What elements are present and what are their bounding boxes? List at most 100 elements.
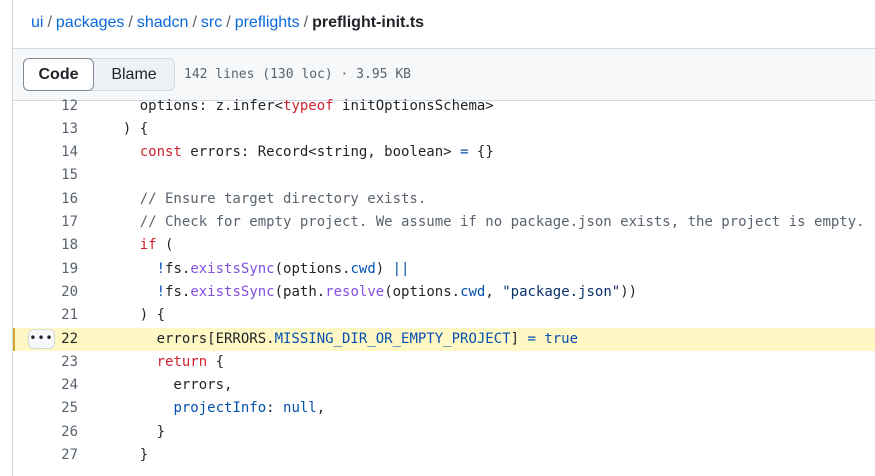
code-line: 15 xyxy=(13,164,875,187)
code-token: = xyxy=(527,330,536,347)
breadcrumb-link-shadcn[interactable]: shadcn xyxy=(137,14,189,31)
code-token: errors: Record<string, boolean> xyxy=(181,144,461,161)
file-viewer: ui / packages / shadcn / src / preflights / prefli… xyxy=(0,0,875,476)
code-line: 18 if ( xyxy=(13,234,875,257)
code-token: fs. xyxy=(165,283,191,300)
code-token: , xyxy=(485,283,503,300)
code-line: 21 ) { xyxy=(13,304,875,327)
breadcrumb-link-preflights[interactable]: preflights xyxy=(235,14,300,31)
code-text: !fs.existsSync(path.resolve(options.cwd,… xyxy=(106,281,638,304)
code-token: null xyxy=(283,400,317,417)
code-button[interactable]: Code xyxy=(23,58,94,91)
line-number[interactable]: 13 xyxy=(13,118,78,141)
code-text: } xyxy=(106,444,148,467)
line-number[interactable]: 15 xyxy=(13,164,78,187)
code-token: MISSING_DIR_OR_EMPTY_PROJECT xyxy=(274,330,511,347)
code-token: (path. xyxy=(274,283,326,300)
code-token: , xyxy=(316,400,326,417)
code-text: options: z.infer<typeof initOptionsSchem… xyxy=(106,96,494,118)
line-number[interactable]: 20 xyxy=(13,281,78,304)
breadcrumb-separator: / xyxy=(47,14,52,31)
code-token: ) { xyxy=(106,307,166,324)
breadcrumb-link-src[interactable]: src xyxy=(201,14,222,31)
code-token: typeof xyxy=(283,97,334,114)
breadcrumb-link-ui[interactable]: ui xyxy=(31,14,43,31)
line-number[interactable]: 27 xyxy=(13,444,78,467)
code-token: fs. xyxy=(165,260,191,277)
code-token: )) xyxy=(620,283,638,300)
code-token: // Check for empty project. We assume if… xyxy=(106,214,865,230)
line-number[interactable]: 23 xyxy=(13,351,78,374)
code-line: 27 } xyxy=(13,444,875,467)
code-token: initOptionsSchema> xyxy=(333,97,494,114)
code-token: // Ensure target directory exists. xyxy=(106,190,427,207)
file-header: Code Blame 142 lines (130 loc) · 3.95 KB xyxy=(13,48,875,101)
code-token: ] xyxy=(510,330,528,347)
code-line: 16 // Ensure target directory exists. xyxy=(13,188,875,211)
code-line: 24 errors, xyxy=(13,374,875,397)
code-line: ••• 22 errors[ERRORS.MISSING_DIR_OR_EMPTY… xyxy=(13,327,875,351)
code-line: 19 !fs.existsSync(options.cwd) || xyxy=(13,258,875,281)
code-token: ) { xyxy=(106,120,149,137)
line-number[interactable]: 25 xyxy=(13,397,78,420)
code-token: true xyxy=(544,330,579,347)
code-text: projectInfo: null, xyxy=(106,397,325,420)
breadcrumb-separator: / xyxy=(226,14,231,31)
code-line: 17 // Check for empty project. We assume… xyxy=(13,211,875,234)
breadcrumb: ui / packages / shadcn / src / preflights / prefli… xyxy=(31,12,424,34)
code-line: 12 options: z.infer<typeof initOptionsSc… xyxy=(13,96,875,118)
file-info: 142 lines (130 loc) · 3.95 KB xyxy=(184,67,411,82)
line-number[interactable]: 26 xyxy=(13,421,78,444)
code-token: : xyxy=(266,400,284,417)
code-token: options: z.infer< xyxy=(106,97,284,114)
code-line: 23 return { xyxy=(13,351,875,374)
code-token: errors[ERRORS. xyxy=(106,330,275,347)
code-text: !fs.existsSync(options.cwd) || xyxy=(106,258,410,281)
blame-button[interactable]: Blame xyxy=(94,59,174,90)
code-token: || xyxy=(392,260,410,277)
breadcrumb-current-file: preflight-init.ts xyxy=(312,14,425,31)
code-token: { xyxy=(207,353,225,370)
code-token: resolve xyxy=(325,283,385,300)
line-number[interactable]: 17 xyxy=(13,211,78,234)
line-number[interactable]: 18 xyxy=(13,234,78,257)
code-line: 14 const errors: Record<string, boolean>… xyxy=(13,141,875,164)
code-token: ( xyxy=(156,237,174,254)
code-line: 25 projectInfo: null, xyxy=(13,397,875,420)
line-number[interactable]: 24 xyxy=(13,374,78,397)
code-area: 12 options: z.infer<typeof initOptionsSc… xyxy=(13,96,875,476)
breadcrumb-separator: / xyxy=(128,14,133,31)
code-token: const xyxy=(139,144,182,161)
line-number[interactable]: 14 xyxy=(13,141,78,164)
code-token: errors, xyxy=(106,377,233,394)
code-text: // Ensure target directory exists. xyxy=(106,188,427,211)
code-token: existsSync xyxy=(190,260,275,277)
code-line: 26 } xyxy=(13,421,875,444)
line-number[interactable]: 12 xyxy=(13,96,78,118)
code-token: return xyxy=(156,353,208,370)
line-number[interactable]: 21 xyxy=(13,304,78,327)
breadcrumb-link-packages[interactable]: packages xyxy=(56,14,125,31)
code-text: } xyxy=(106,421,165,444)
line-number[interactable]: 19 xyxy=(13,258,78,281)
code-token: "package.json" xyxy=(502,283,621,300)
code-text: ) { xyxy=(106,118,148,141)
breadcrumb-separator: / xyxy=(192,14,197,31)
code-text: errors, xyxy=(106,374,232,397)
code-token: ) xyxy=(375,260,393,277)
code-text: const errors: Record<string, boolean> = … xyxy=(106,141,494,164)
code-text: errors[ERRORS.MISSING_DIR_OR_EMPTY_PROJE… xyxy=(106,328,578,351)
code-token: cwd xyxy=(350,260,376,277)
line-number[interactable]: 16 xyxy=(13,188,78,211)
code-line: 13 ) { xyxy=(13,118,875,141)
view-toggle: Code Blame xyxy=(23,58,175,91)
line-number[interactable]: 22 xyxy=(13,328,78,351)
code-text: ) { xyxy=(106,304,165,327)
code-token: } xyxy=(106,423,166,440)
